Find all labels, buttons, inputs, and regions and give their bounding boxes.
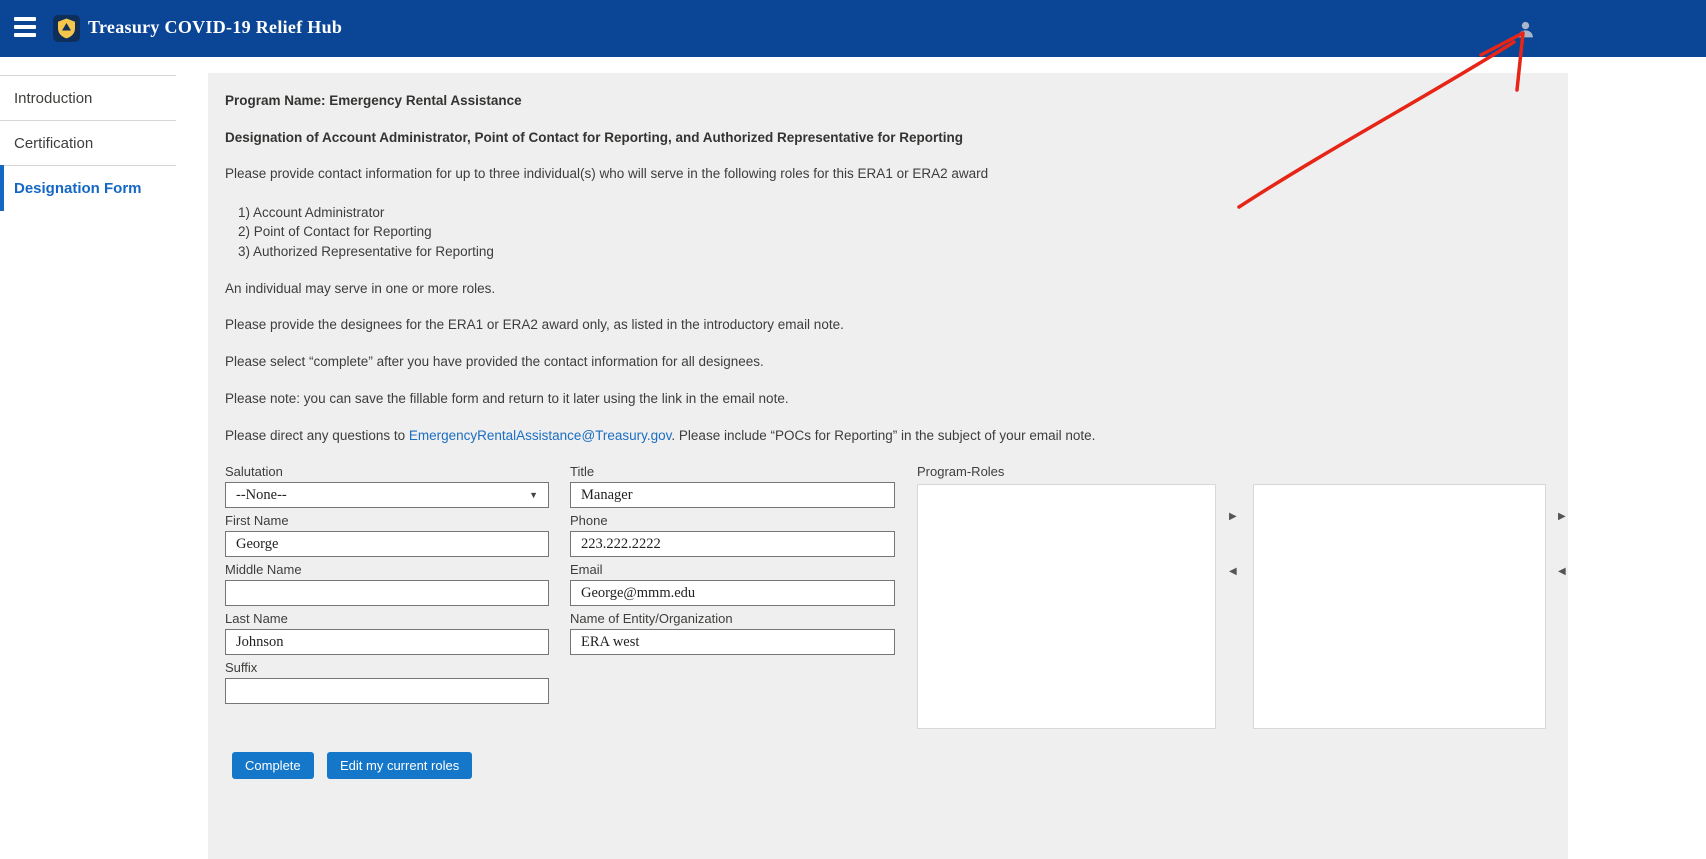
sidebar-item-label: Certification — [14, 135, 93, 152]
sidebar-item-designation-form[interactable]: Designation Form — [0, 165, 176, 210]
support-email-link[interactable]: EmergencyRentalAssistance@Treasury.gov — [409, 428, 672, 443]
move-left-icon-secondary[interactable]: ◀ — [1558, 567, 1566, 577]
note-paragraph-4: Please note: you can save the fillable f… — [225, 391, 789, 406]
move-right-icon-secondary[interactable]: ▶ — [1558, 512, 1566, 522]
note-paragraph-1: An individual may serve in one or more r… — [225, 281, 495, 296]
menu-icon[interactable] — [14, 17, 36, 39]
app-header: Treasury COVID-19 Relief Hub — [0, 0, 1706, 57]
title-field[interactable] — [570, 482, 895, 508]
move-right-icon[interactable]: ▶ — [1229, 512, 1237, 522]
edit-current-roles-button[interactable]: Edit my current roles — [327, 752, 472, 779]
entity-name-field[interactable] — [570, 629, 895, 655]
role-list-item-1: 1) Account Administrator — [238, 205, 384, 220]
email-field[interactable] — [570, 580, 895, 606]
program-roles-selected-listbox[interactable] — [1253, 484, 1546, 729]
title-label: Title — [570, 464, 594, 479]
sidebar-item-certification[interactable]: Certification — [0, 120, 176, 165]
intro-paragraph: Please provide contact information for u… — [225, 166, 988, 181]
entity-name-label: Name of Entity/Organization — [570, 611, 733, 626]
designation-form-panel — [208, 73, 1568, 859]
app-title: Treasury COVID-19 Relief Hub — [88, 17, 342, 38]
last-name-field[interactable] — [225, 629, 549, 655]
chevron-down-icon: ▼ — [529, 490, 538, 500]
middle-name-field[interactable] — [225, 580, 549, 606]
note-paragraph-2: Please provide the designees for the ERA… — [225, 317, 844, 332]
questions-suffix: . Please include “POCs for Reporting” in… — [671, 428, 1095, 443]
email-label: Email — [570, 562, 603, 577]
sidebar-nav: Introduction Certification Designation F… — [0, 57, 208, 859]
treasury-logo-icon — [53, 15, 80, 42]
user-account-icon[interactable] — [1515, 19, 1536, 40]
role-list-item-3: 3) Authorized Representative for Reporti… — [238, 244, 494, 259]
salutation-label: Salutation — [225, 464, 283, 479]
designation-heading: Designation of Account Administrator, Po… — [225, 130, 963, 145]
suffix-label: Suffix — [225, 660, 257, 675]
first-name-label: First Name — [225, 513, 289, 528]
sidebar-item-label: Designation Form — [14, 180, 142, 197]
page-gutter — [1568, 57, 1706, 859]
program-name-heading: Program Name: Emergency Rental Assistanc… — [225, 93, 522, 108]
sidebar-item-label: Introduction — [14, 90, 92, 107]
questions-prefix: Please direct any questions to — [225, 428, 409, 443]
active-item-indicator — [0, 165, 4, 211]
role-list-item-2: 2) Point of Contact for Reporting — [238, 224, 432, 239]
program-roles-available-listbox[interactable] — [917, 484, 1216, 729]
program-roles-label: Program-Roles — [917, 464, 1004, 479]
salutation-selected-value: --None-- — [236, 487, 287, 504]
suffix-field[interactable] — [225, 678, 549, 704]
salutation-select[interactable]: --None-- ▼ — [225, 482, 549, 508]
page: Treasury COVID-19 Relief Hub Introductio… — [0, 0, 1706, 859]
last-name-label: Last Name — [225, 611, 288, 626]
questions-paragraph: Please direct any questions to Emergency… — [225, 428, 1095, 443]
phone-label: Phone — [570, 513, 608, 528]
sidebar-item-introduction[interactable]: Introduction — [0, 75, 176, 120]
middle-name-label: Middle Name — [225, 562, 302, 577]
first-name-field[interactable] — [225, 531, 549, 557]
note-paragraph-3: Please select “complete” after you have … — [225, 354, 764, 369]
complete-button[interactable]: Complete — [232, 752, 314, 779]
move-left-icon[interactable]: ◀ — [1229, 567, 1237, 577]
phone-field[interactable] — [570, 531, 895, 557]
